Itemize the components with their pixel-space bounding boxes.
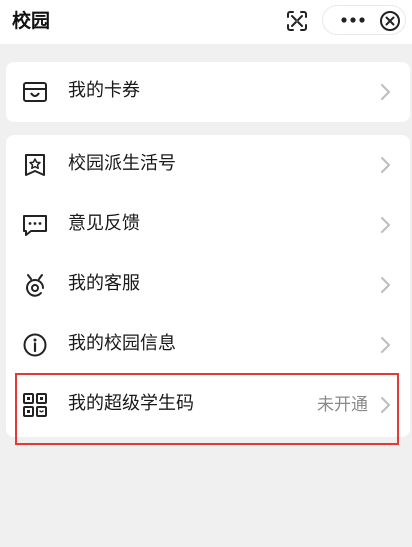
chevron-right-icon [381,217,390,233]
customer-service-label: 我的客服 [68,273,140,294]
chevron-right-icon [381,157,390,173]
list-item-coupons[interactable]: 我的卡券 [6,62,410,122]
chevron-right-icon [381,277,390,293]
coupon-icon [20,77,50,107]
qr-code-icon [20,390,50,420]
feedback-icon [20,210,50,240]
chevron-right-icon [381,84,390,100]
page-title: 校园 [12,10,51,32]
services-card: 校园派生活号 意见反馈 我的客服 我的校园信息 我的超级学生码 未开通 [6,135,410,437]
chevron-right-icon [381,397,390,413]
coupons-label: 我的卡券 [68,80,140,101]
campus-page: 校园 我的卡券 校园派生活号 意见反馈 我的客服 我的校园信息 我的超级学生码 … [0,0,412,547]
coupons-card: 我的卡券 [6,62,410,122]
list-item-student-code[interactable]: 我的超级学生码 未开通 [6,375,410,435]
student-code-label: 我的超级学生码 [68,393,194,414]
close-icon [380,11,400,31]
more-button[interactable] [333,6,373,34]
feedback-label: 意见反馈 [68,213,140,234]
mini-program-capsule [322,5,406,35]
info-icon [20,330,50,360]
chevron-right-icon [381,337,390,353]
scan-button[interactable] [282,7,312,35]
close-button[interactable] [377,8,403,34]
list-item-customer-service[interactable]: 我的客服 [6,255,410,315]
list-item-feedback[interactable]: 意见反馈 [6,195,410,255]
status-label: 未开通 [317,395,368,415]
top-bar: 校园 [0,0,412,44]
star-bookmark-icon [20,150,50,180]
campus-info-label: 我的校园信息 [68,333,176,354]
campus-life-label: 校园派生活号 [68,153,176,174]
list-item-campus-info[interactable]: 我的校园信息 [6,315,410,375]
list-item-campus-life[interactable]: 校园派生活号 [6,135,410,195]
more-icon [341,17,365,23]
scan-icon [287,11,307,31]
customer-service-icon [20,270,50,300]
